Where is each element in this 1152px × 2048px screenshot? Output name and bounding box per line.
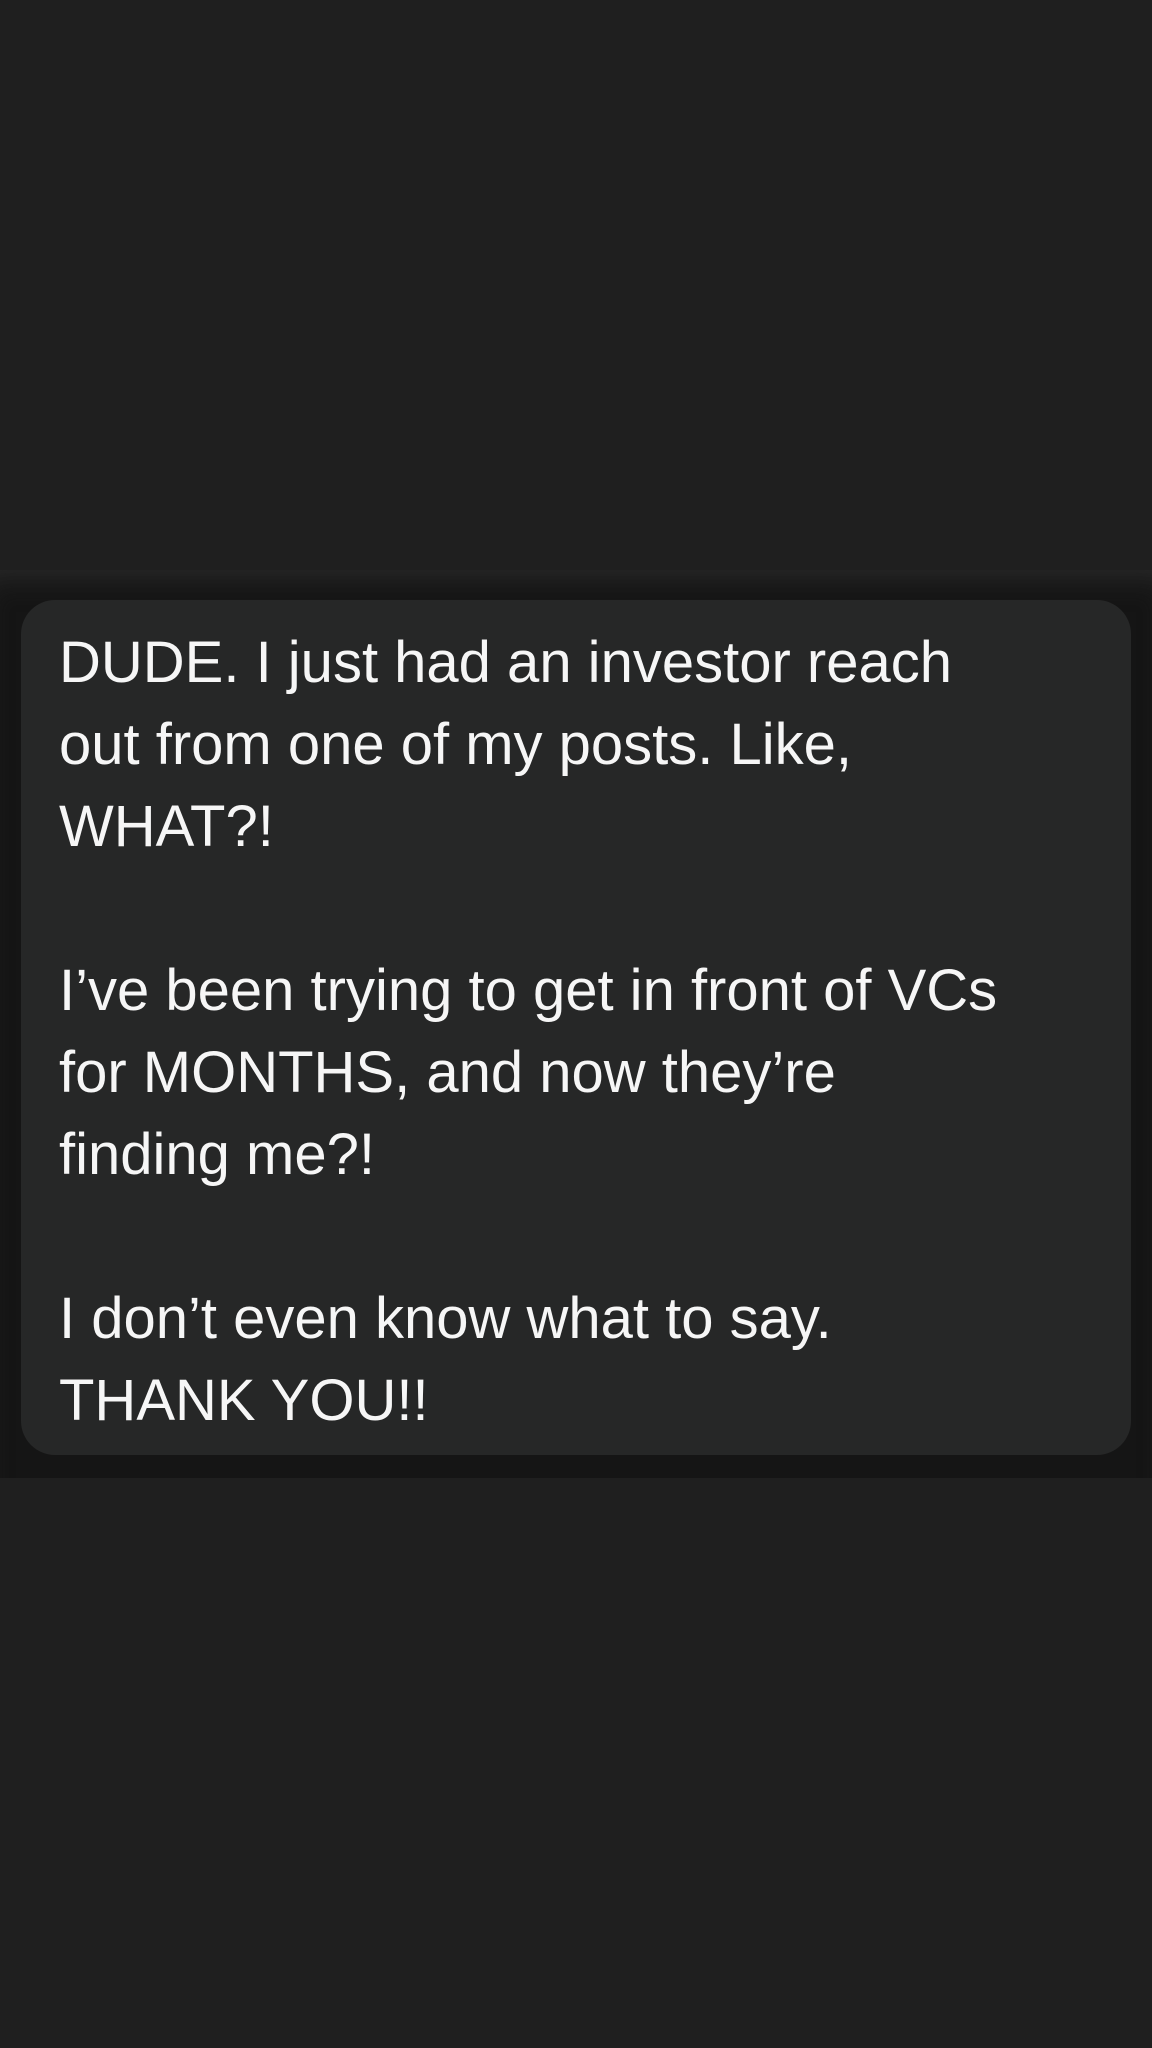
screenshot-screen: DUDE. I just had an investor reach out f… [0,0,1152,2048]
message-text: DUDE. I just had an investor reach out f… [59,630,998,1433]
message-bubble: DUDE. I just had an investor reach out f… [21,600,1131,1455]
